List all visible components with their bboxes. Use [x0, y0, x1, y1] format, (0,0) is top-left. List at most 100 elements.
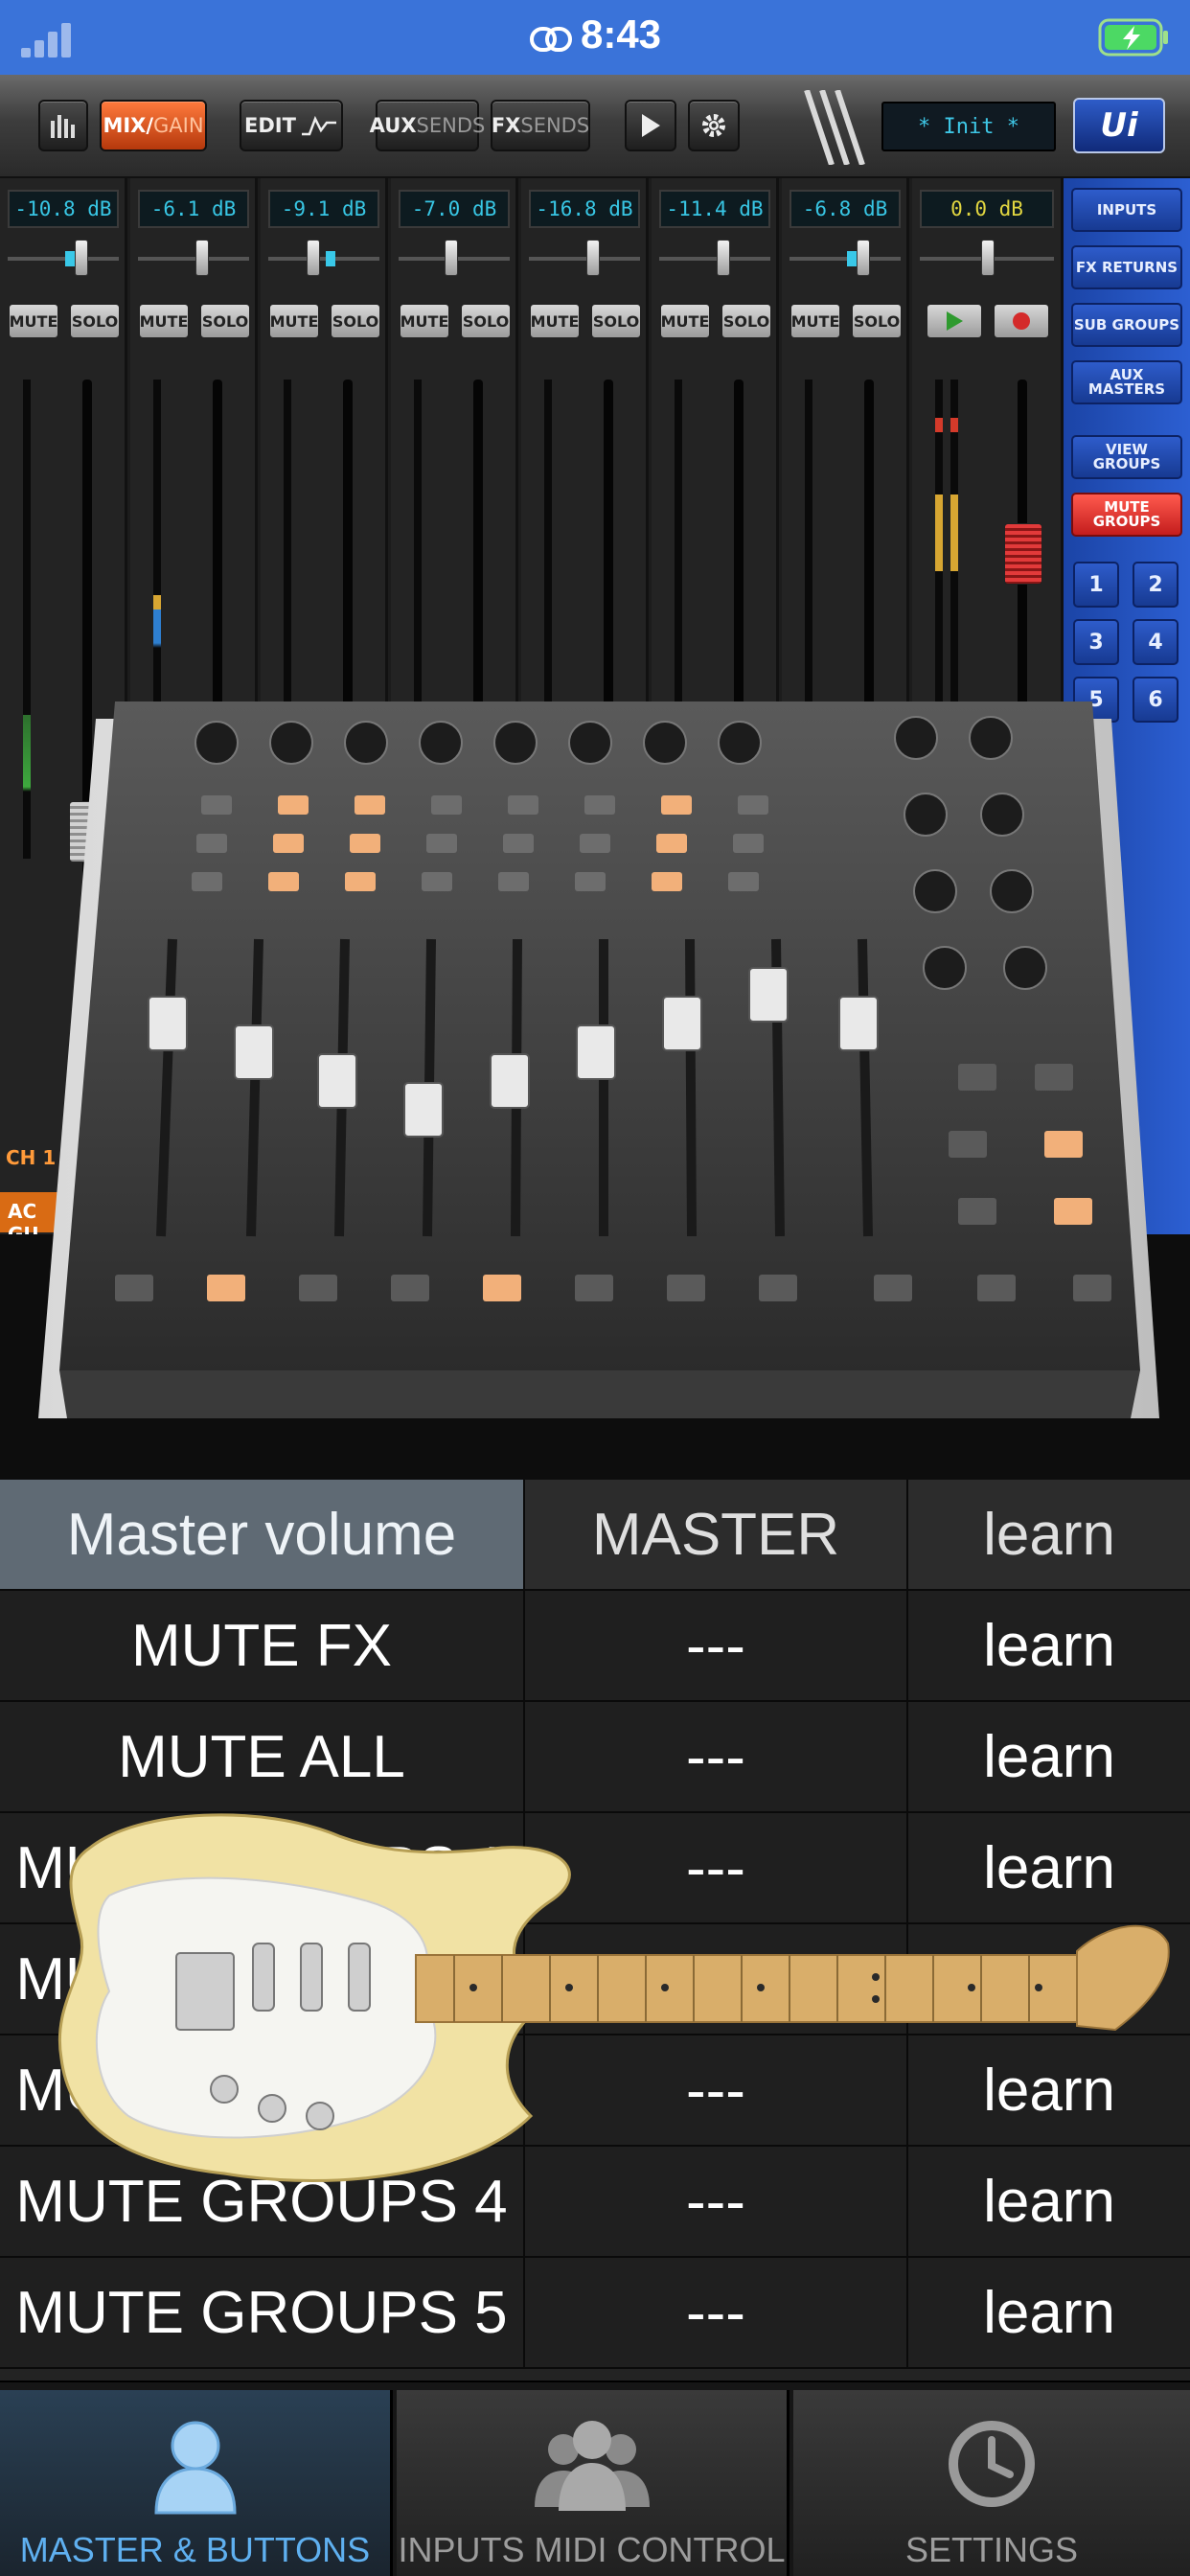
pan-slider[interactable] [268, 240, 379, 276]
tab-master-buttons[interactable]: MASTER & BUTTONS [0, 2390, 393, 2576]
table-row[interactable]: MUTE GROUPS 5 --- learn [0, 2258, 1190, 2369]
learn-button[interactable]: learn [908, 1480, 1190, 1589]
main-db-readout: 0.0 dB [920, 190, 1054, 228]
solo-button[interactable]: SOLO [851, 303, 903, 339]
pan-slider[interactable] [790, 240, 901, 276]
table-row[interactable]: MUTE ALL --- learn [0, 1702, 1190, 1813]
link-icon [529, 27, 572, 52]
status-bar: 8:43 [0, 0, 1190, 75]
pan-knob[interactable] [717, 240, 730, 276]
mute-button[interactable]: MUTE [268, 303, 320, 339]
mixer-toolbar: MIX/GAIN EDIT AUX SENDS FX SENDS * Init * [0, 75, 1190, 178]
midi-assignment: --- [525, 2258, 908, 2367]
pan-slider[interactable] [659, 240, 770, 276]
preset-display[interactable]: * Init * [881, 102, 1056, 151]
fx-returns-button[interactable]: FX RETURNS [1071, 245, 1182, 289]
mute-button[interactable]: MUTE [399, 303, 450, 339]
table-row[interactable]: MUTE FX --- learn [0, 1591, 1190, 1702]
main-fader-cap[interactable] [1004, 523, 1042, 585]
channel-db-readout: -10.8 dB [8, 190, 119, 228]
mute-button[interactable]: MUTE [790, 303, 841, 339]
midi-controller-image [38, 702, 1159, 1418]
solo-button[interactable]: SOLO [721, 303, 772, 339]
play-icon [947, 311, 963, 331]
control-name: Master volume [0, 1480, 525, 1589]
ui-logo: Ui [1073, 98, 1165, 153]
mute-groups-button[interactable]: MUTE GROUPS [1071, 493, 1182, 537]
aux-sends-button[interactable]: AUX SENDS [370, 100, 485, 151]
pan-knob[interactable] [195, 240, 209, 276]
solo-button[interactable]: SOLO [590, 303, 642, 339]
learn-button[interactable]: learn [908, 2258, 1190, 2367]
pan-knob[interactable] [307, 240, 320, 276]
mute-button[interactable]: MUTE [138, 303, 190, 339]
play-button[interactable] [625, 100, 676, 151]
settings-button[interactable] [688, 100, 740, 151]
pan-indicator [326, 251, 335, 266]
record-button[interactable] [993, 303, 1050, 339]
person-icon [0, 2411, 390, 2517]
pan-knob[interactable] [586, 240, 600, 276]
mix-gain-button[interactable]: MIX/GAIN [100, 100, 207, 151]
learn-button[interactable]: learn [908, 1702, 1190, 1811]
tab-label: SETTINGS [904, 2530, 1079, 2569]
clock-time: 8:43 [580, 12, 662, 57]
channel-db-readout: -16.8 dB [529, 190, 640, 228]
control-name: MUTE ALL [0, 1702, 525, 1811]
solo-button[interactable]: SOLO [199, 303, 251, 339]
tab-label: INPUTS MIDI CONTROL [398, 2530, 786, 2569]
group-icon [397, 2411, 787, 2517]
pan-indicator [65, 251, 75, 266]
channel-db-readout: -7.0 dB [399, 190, 510, 228]
pan-indicator [847, 251, 857, 266]
midi-assignment: MASTER [525, 1480, 908, 1589]
pan-knob[interactable] [445, 240, 458, 276]
inputs-button[interactable]: INPUTS [1071, 188, 1182, 232]
meters-button[interactable] [38, 100, 88, 151]
balance-slider[interactable] [920, 240, 1054, 276]
fx-label: FX [491, 114, 521, 137]
mix-label: MIX/ [103, 114, 154, 137]
gear-icon [702, 114, 725, 137]
midi-assignment: --- [525, 1591, 908, 1700]
pan-slider[interactable] [8, 240, 119, 276]
sub-groups-button[interactable]: SUB GROUPS [1071, 303, 1182, 347]
gain-label: GAIN [153, 114, 204, 137]
table-row[interactable]: Master volume MASTER learn [0, 1480, 1190, 1591]
solo-button[interactable]: SOLO [69, 303, 121, 339]
fx-sends-button[interactable]: FX SENDS [491, 100, 590, 151]
pan-slider[interactable] [529, 240, 640, 276]
mute-group-4-button[interactable]: 4 [1133, 619, 1179, 665]
tab-settings[interactable]: SETTINGS [793, 2390, 1190, 2576]
eq-curve-icon [301, 115, 336, 136]
play-record-button[interactable] [926, 303, 983, 339]
learn-button[interactable]: learn [908, 1591, 1190, 1700]
pan-slider[interactable] [399, 240, 510, 276]
edit-label: EDIT [244, 114, 296, 137]
aux-masters-button[interactable]: AUX MASTERS [1071, 360, 1182, 404]
aux-label: AUX [369, 114, 417, 137]
tab-inputs-midi-control[interactable]: INPUTS MIDI CONTROL [397, 2390, 790, 2576]
edit-button[interactable]: EDIT [240, 100, 343, 151]
solo-button[interactable]: SOLO [460, 303, 512, 339]
status-clock: 8:43 [0, 12, 1190, 58]
guitar-image [58, 1813, 1170, 2182]
play-icon [642, 114, 660, 137]
control-name: MUTE GROUPS 5 [0, 2258, 525, 2367]
mute-group-3-button[interactable]: 3 [1073, 619, 1119, 665]
view-groups-button[interactable]: VIEW GROUPS [1071, 435, 1182, 479]
pan-knob[interactable] [75, 240, 88, 276]
mute-button[interactable]: MUTE [659, 303, 711, 339]
solo-button[interactable]: SOLO [330, 303, 381, 339]
control-name: MUTE FX [0, 1591, 525, 1700]
balance-knob[interactable] [981, 240, 995, 276]
battery-charging-icon [1098, 18, 1168, 57]
pan-knob[interactable] [857, 240, 870, 276]
tab-bar: MASTER & BUTTONS INPUTS MIDI CONTROL SET… [0, 2380, 1190, 2576]
mute-group-2-button[interactable]: 2 [1133, 562, 1179, 608]
channel-db-readout: -9.1 dB [268, 190, 379, 228]
mute-button[interactable]: MUTE [529, 303, 581, 339]
mute-group-1-button[interactable]: 1 [1073, 562, 1119, 608]
pan-slider[interactable] [138, 240, 249, 276]
mute-button[interactable]: MUTE [8, 303, 59, 339]
